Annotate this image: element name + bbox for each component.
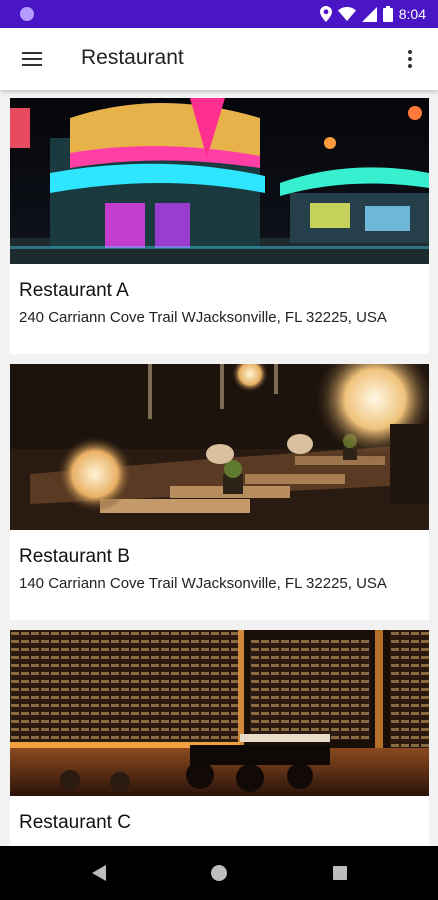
- signal-icon: [361, 6, 377, 22]
- restaurant-name: Restaurant A: [19, 280, 129, 301]
- restaurant-list[interactable]: Restaurant A 240 Carriann Cove Trail WJa…: [0, 90, 438, 846]
- battery-icon: [382, 6, 393, 22]
- restaurant-image: [10, 98, 429, 264]
- menu-icon[interactable]: [20, 47, 44, 71]
- status-time: 8:04: [398, 6, 426, 22]
- wifi-icon: [337, 7, 356, 21]
- restaurant-name: Restaurant B: [19, 546, 130, 567]
- restaurant-image: [10, 630, 429, 796]
- restaurant-image: [10, 364, 429, 530]
- notification-dot-icon: [20, 7, 34, 21]
- recents-icon[interactable]: [333, 866, 347, 880]
- app-bar: Restaurant: [0, 28, 438, 90]
- restaurant-card[interactable]: Restaurant B 140 Carriann Cove Trail WJa…: [10, 364, 429, 620]
- restaurant-address: 240 Carriann Cove Trail WJacksonville, F…: [19, 309, 387, 326]
- restaurant-name: Restaurant C: [19, 812, 131, 833]
- home-icon[interactable]: [211, 865, 227, 881]
- status-bar: 8:04: [0, 0, 438, 28]
- page-title: Restaurant: [81, 46, 184, 69]
- more-vert-icon[interactable]: [398, 47, 422, 71]
- restaurant-address: 140 Carriann Cove Trail WJacksonville, F…: [19, 575, 387, 592]
- restaurant-card[interactable]: Restaurant A 240 Carriann Cove Trail WJa…: [10, 98, 429, 354]
- system-nav-bar: [0, 846, 438, 900]
- back-icon[interactable]: [92, 865, 106, 881]
- status-icons: 8:04: [319, 4, 426, 24]
- restaurant-card[interactable]: Restaurant C: [10, 630, 429, 846]
- location-icon: [319, 6, 332, 22]
